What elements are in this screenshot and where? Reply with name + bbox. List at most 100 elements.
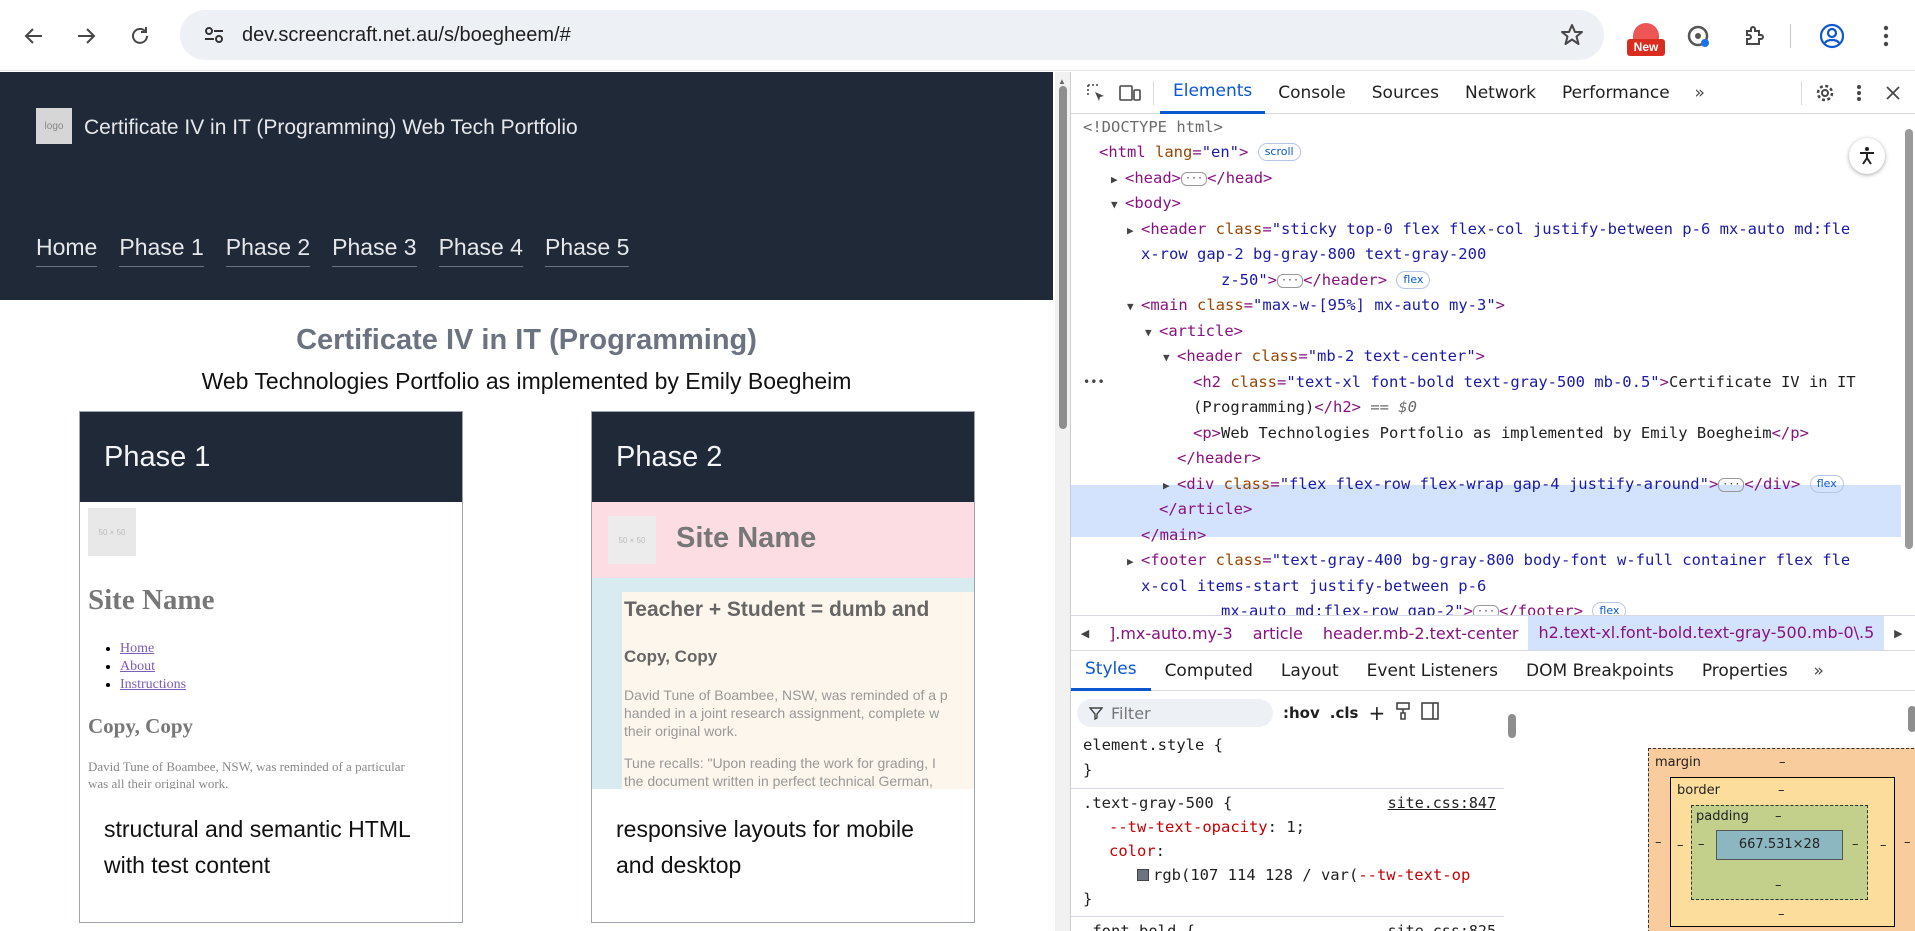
css-declaration[interactable]: color: (1109, 842, 1165, 860)
border-top-value[interactable]: – (1778, 783, 1785, 798)
border-left-value[interactable]: – (1677, 838, 1684, 853)
collapse-triangle-icon[interactable]: ▼ (1111, 192, 1125, 218)
nav-link-phase-1[interactable]: Phase 1 (119, 234, 204, 267)
box-model-border[interactable]: border – – – – padding – – – – 667.531×2… (1670, 777, 1895, 927)
font-bold-selector[interactable]: .font-bold { (1083, 922, 1195, 931)
phase-1-card[interactable]: Phase 1 50 × 50 Site Name Home About Ins… (79, 411, 463, 923)
ellipsis-icon[interactable]: ··· (1718, 478, 1745, 492)
expand-triangle-icon[interactable]: ▶ (1127, 218, 1141, 244)
margin-top-value[interactable]: – (1779, 755, 1786, 770)
inspect-element-icon[interactable] (1079, 76, 1113, 110)
inner-header-node[interactable]: ▼ <header class="mb-2 text-center"> (1163, 344, 1485, 371)
device-toolbar-icon[interactable] (1113, 76, 1147, 110)
collapse-triangle-icon[interactable]: ▼ (1145, 320, 1159, 346)
expand-triangle-icon[interactable]: ▶ (1127, 549, 1141, 575)
forward-button[interactable] (66, 16, 106, 56)
box-model-padding[interactable]: padding – – – – 667.531×28 (1691, 805, 1868, 900)
nav-link-phase-4[interactable]: Phase 4 (438, 234, 523, 267)
box-model-margin[interactable]: margin – – – border – – – – padding – – … (1648, 748, 1915, 931)
expand-triangle-icon[interactable]: ▶ (1163, 473, 1177, 499)
box-model-content[interactable]: 667.531×28 (1716, 830, 1843, 860)
html-node[interactable]: <html lang="en"> scroll (1099, 140, 1301, 166)
extension-status-icon[interactable] (1678, 16, 1718, 56)
doctype-node[interactable]: <!DOCTYPE html> (1083, 115, 1223, 141)
close-devtools-icon[interactable] (1876, 76, 1910, 110)
tab-dom-breakpoints[interactable]: DOM Breakpoints (1512, 651, 1688, 691)
tab-event-listeners[interactable]: Event Listeners (1353, 651, 1512, 691)
flex-badge[interactable]: flex (1809, 475, 1844, 493)
profile-avatar-icon[interactable] (1812, 16, 1852, 56)
breadcrumb-header[interactable]: header.mb-2.text-center (1313, 624, 1529, 643)
ellipsis-icon[interactable]: ··· (1277, 274, 1304, 288)
padding-top-value[interactable]: – (1775, 809, 1782, 824)
bookmark-star-icon[interactable] (1560, 23, 1584, 52)
inner-header-close-node[interactable]: </header> (1177, 446, 1261, 472)
article-close-node[interactable]: </article> (1159, 497, 1252, 523)
padding-bottom-value[interactable]: – (1775, 878, 1782, 893)
main-node[interactable]: ▼ <main class="max-w-[95%] mx-auto my-3"> (1127, 293, 1505, 320)
collapse-triangle-icon[interactable]: ▼ (1163, 345, 1177, 371)
h2-node[interactable]: <h2 class="text-xl font-bold text-gray-5… (1193, 370, 1856, 396)
site-info-icon[interactable] (196, 17, 232, 53)
footer-node[interactable]: ▶ <footer class="text-gray-400 bg-gray-80… (1127, 548, 1850, 575)
scroll-up-arrow-icon[interactable]: ▲ (1058, 77, 1066, 86)
nav-link-phase-3[interactable]: Phase 3 (332, 234, 417, 267)
tab-properties[interactable]: Properties (1688, 651, 1802, 691)
head-node[interactable]: ▶ <head> ··· </head> (1111, 166, 1272, 193)
breadcrumb-left-arrow-icon[interactable]: ◀ (1071, 627, 1099, 640)
padding-left-value[interactable]: – (1698, 837, 1705, 852)
tab-computed[interactable]: Computed (1151, 651, 1267, 691)
dom-tree-scrollbar[interactable] (1901, 115, 1915, 615)
sidebar-toggle-icon[interactable] (1421, 702, 1440, 724)
border-bottom-value[interactable]: – (1778, 907, 1785, 922)
more-subtabs-chevron-icon[interactable]: » (1802, 654, 1836, 688)
node-actions-ellipsis-icon[interactable]: ••• (1083, 370, 1105, 396)
nav-link-phase-5[interactable]: Phase 5 (544, 234, 630, 267)
body-node[interactable]: ▼ <body> (1111, 191, 1181, 218)
tab-performance[interactable]: Performance (1549, 72, 1683, 114)
margin-right-value[interactable]: – (1904, 835, 1911, 850)
tab-elements[interactable]: Elements (1160, 72, 1266, 114)
breadcrumb-article[interactable]: article (1243, 624, 1313, 643)
styles-scroll-thumb[interactable] (1508, 714, 1516, 738)
p-node[interactable]: <p>Web Technologies Portfolio as impleme… (1193, 421, 1809, 447)
reload-button[interactable] (120, 16, 160, 56)
nav-link-phase-2[interactable]: Phase 2 (225, 234, 311, 267)
css-declaration[interactable]: --tw-text-opacity: 1; (1109, 818, 1305, 836)
page-scroll-thumb[interactable] (1059, 86, 1067, 429)
article-node[interactable]: ▼ <article> (1145, 319, 1243, 346)
padding-right-value[interactable]: – (1852, 837, 1859, 852)
tab-layout[interactable]: Layout (1267, 651, 1353, 691)
settings-gear-icon[interactable] (1808, 76, 1842, 110)
dom-scroll-thumb[interactable] (1905, 129, 1913, 549)
ellipsis-icon[interactable]: ··· (1181, 172, 1208, 186)
flex-badge[interactable]: flex (1396, 271, 1431, 289)
address-bar[interactable]: dev.screencraft.net.au/s/boegheem/# (180, 10, 1604, 60)
accessibility-tree-button[interactable] (1849, 138, 1885, 174)
new-rule-plus-icon[interactable]: + (1368, 701, 1385, 725)
flex-badge[interactable]: flex (1592, 602, 1627, 615)
box-model-scroll-thumb[interactable] (1908, 706, 1915, 732)
collapse-triangle-icon[interactable]: ▼ (1127, 294, 1141, 320)
margin-left-value[interactable]: – (1655, 835, 1662, 850)
phase-2-card[interactable]: Phase 2 50 × 50 Site Name Teacher + Stud… (591, 411, 975, 923)
styles-filter-input[interactable]: Filter (1077, 699, 1273, 727)
tab-styles[interactable]: Styles (1071, 651, 1151, 691)
class-toggle[interactable]: .cls (1330, 704, 1359, 722)
rule-source-link[interactable]: site.css:847 (1388, 794, 1496, 812)
css-variable-ref[interactable]: --tw-text-op (1358, 866, 1470, 884)
nav-link-home[interactable]: Home (36, 234, 98, 267)
browser-menu-icon[interactable] (1866, 16, 1906, 56)
breadcrumb-main[interactable]: ].mx-auto.my-3 (1099, 624, 1243, 643)
site-logo[interactable]: logo (36, 108, 72, 144)
color-swatch[interactable] (1137, 869, 1149, 881)
main-close-node[interactable]: </main> (1141, 523, 1206, 549)
more-tabs-chevron-icon[interactable]: » (1683, 76, 1717, 110)
element-style-rule[interactable]: element.style { (1083, 736, 1223, 754)
div-node[interactable]: ▶ <div class="flex flex-row flex-wrap gap… (1163, 472, 1844, 499)
border-right-value[interactable]: – (1880, 838, 1887, 853)
back-button[interactable] (14, 16, 54, 56)
ellipsis-icon[interactable]: ··· (1472, 605, 1500, 615)
paint-brush-icon[interactable] (1395, 702, 1411, 724)
extension-new-badge[interactable]: New (1627, 23, 1665, 56)
